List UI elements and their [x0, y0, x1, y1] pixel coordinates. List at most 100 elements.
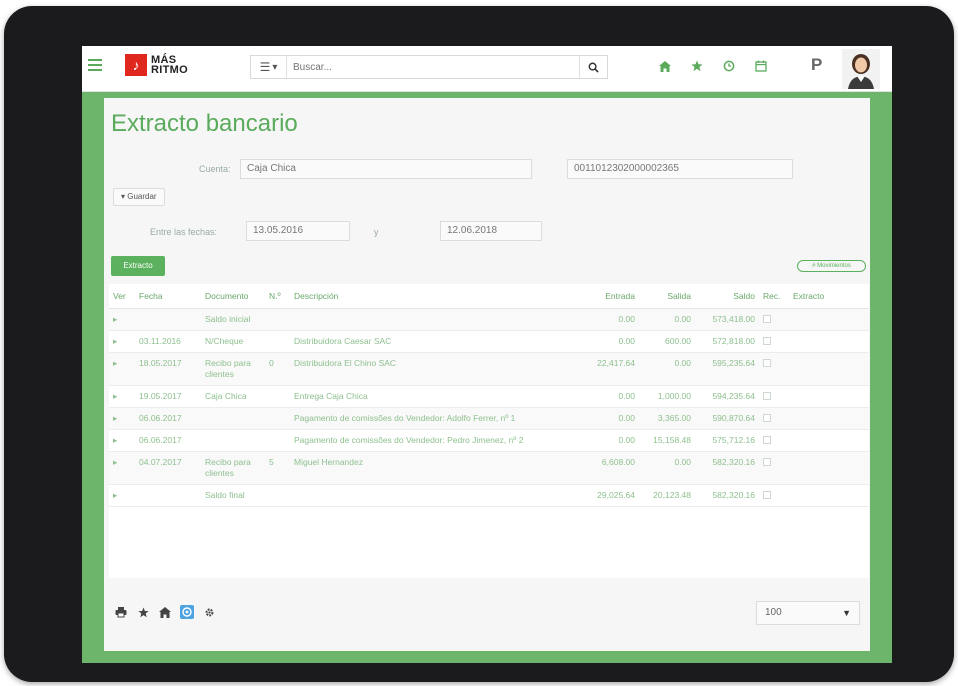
- table-row[interactable]: ▸ Saldo final 29,025.64 20,123.48 582,320.16: [109, 484, 869, 507]
- movimientos-toggle[interactable]: # Movimientos: [797, 260, 866, 272]
- page-size-select[interactable]: 100 ▼: [756, 601, 860, 625]
- app-screen: ♪ MÁS RITMO ☰ ▾ Buscar... P Extracto ban…: [82, 46, 892, 663]
- guardar-toggle-button[interactable]: ▾ Guardar: [113, 188, 165, 206]
- col-header-rec[interactable]: Rec.: [759, 284, 789, 309]
- table-row[interactable]: ▸ 06.06.2017 Pagamento de comissões do Ven…: [109, 407, 869, 430]
- cell-descripcion: Distribuidora El Chino SAC: [290, 352, 590, 386]
- settings-gear-icon[interactable]: [202, 605, 216, 619]
- reconciled-checkbox[interactable]: [763, 491, 771, 500]
- cell-saldo: 575,712.16: [695, 429, 759, 452]
- table-row[interactable]: ▸ 18.05.2017 Recibo para clientes 0 Distribu…: [109, 352, 869, 386]
- table-row[interactable]: ▸ 19.05.2017 Caja Chica Entrega Caja Chica 0…: [109, 385, 869, 408]
- favorite-star-icon[interactable]: [136, 605, 150, 619]
- reconciled-checkbox[interactable]: [763, 392, 771, 401]
- cell-ver[interactable]: ▸: [109, 407, 135, 430]
- cell-extracto: [789, 407, 869, 430]
- cell-ver[interactable]: ▸: [109, 352, 135, 386]
- table-row[interactable]: ▸ 04.07.2017 Recibo para clientes 5 Miguel H…: [109, 451, 869, 485]
- cell-saldo: 590,870.64: [695, 407, 759, 430]
- search-input[interactable]: [287, 56, 579, 78]
- cell-rec: [759, 352, 789, 386]
- cell-extracto: [789, 451, 869, 485]
- cuenta-field[interactable]: Caja Chica: [240, 159, 532, 179]
- info-icon[interactable]: [180, 605, 194, 619]
- cell-fecha: 06.06.2017: [135, 429, 201, 452]
- cell-ver[interactable]: ▸: [109, 385, 135, 408]
- app-logo[interactable]: ♪ MÁS RITMO: [125, 54, 188, 76]
- cell-extracto: [789, 429, 869, 452]
- logo-line-2: RITMO: [151, 64, 188, 76]
- fecha-desde-input[interactable]: 13.05.2016: [246, 221, 350, 241]
- cell-n: [265, 330, 290, 353]
- list-icon: ☰: [259, 60, 271, 74]
- cell-fecha: [135, 484, 201, 507]
- cell-salida: 0.00: [639, 352, 695, 386]
- cell-extracto: [789, 330, 869, 353]
- home-icon[interactable]: [657, 58, 673, 74]
- cell-ver[interactable]: ▸: [109, 308, 135, 331]
- col-header-entrada[interactable]: Entrada: [590, 284, 639, 309]
- col-header-n[interactable]: N.º: [265, 284, 290, 309]
- cell-descripcion: Miguel Hernandez: [290, 451, 590, 485]
- search-filter-dropdown[interactable]: ☰ ▾: [251, 56, 287, 78]
- caret-down-icon: ▼: [842, 608, 851, 618]
- cell-n: 0: [265, 352, 290, 386]
- cell-fecha: 04.07.2017: [135, 451, 201, 485]
- reconciled-checkbox[interactable]: [763, 359, 771, 368]
- col-header-ver[interactable]: Ver: [109, 284, 135, 309]
- cell-salida: 3,365.00: [639, 407, 695, 430]
- cell-extracto: [789, 352, 869, 386]
- col-header-documento[interactable]: Documento: [201, 284, 265, 309]
- table-row[interactable]: ▸ 06.06.2017 Pagamento de comissões do Ven…: [109, 429, 869, 452]
- cell-descripcion: [290, 484, 590, 507]
- home-shortcut-icon[interactable]: [158, 605, 172, 619]
- cell-entrada: 0.00: [590, 308, 639, 331]
- cell-saldo: 582,320.16: [695, 451, 759, 485]
- parking-icon[interactable]: P: [811, 55, 829, 75]
- cell-entrada: 22,417.64: [590, 352, 639, 386]
- cell-ver[interactable]: ▸: [109, 484, 135, 507]
- search-button[interactable]: [579, 56, 607, 78]
- print-icon[interactable]: [114, 605, 128, 619]
- cell-n: 5: [265, 451, 290, 485]
- cell-salida: 20,123.48: [639, 484, 695, 507]
- cell-entrada: 29,025.64: [590, 484, 639, 507]
- col-header-saldo[interactable]: Saldo: [695, 284, 759, 309]
- cell-entrada: 0.00: [590, 385, 639, 408]
- reconciled-checkbox[interactable]: [763, 458, 771, 467]
- clock-icon[interactable]: [721, 58, 737, 74]
- cell-ver[interactable]: ▸: [109, 330, 135, 353]
- table-row[interactable]: ▸ Saldo inicial 0.00 0.00 573,418.00: [109, 308, 869, 331]
- col-header-salida[interactable]: Salida: [639, 284, 695, 309]
- reconciled-checkbox[interactable]: [763, 414, 771, 423]
- calendar-icon[interactable]: [753, 58, 769, 74]
- cell-saldo: 595,235.64: [695, 352, 759, 386]
- reconciled-checkbox[interactable]: [763, 337, 771, 346]
- col-header-extracto[interactable]: Extracto: [789, 284, 869, 309]
- cell-entrada: 0.00: [590, 330, 639, 353]
- cell-documento: N/Cheque: [201, 330, 265, 353]
- star-icon[interactable]: [689, 58, 705, 74]
- cell-documento: Recibo para clientes: [201, 352, 265, 386]
- cell-rec: [759, 451, 789, 485]
- logo-text: MÁS RITMO: [151, 55, 188, 76]
- fechas-separator: y: [374, 227, 379, 237]
- reconciled-checkbox[interactable]: [763, 315, 771, 324]
- avatar[interactable]: [842, 49, 880, 89]
- col-header-fecha[interactable]: Fecha: [135, 284, 201, 309]
- cell-documento: Recibo para clientes: [201, 451, 265, 485]
- content-area: Extracto bancario Cuenta: Caja Chica 001…: [82, 92, 892, 663]
- account-number-field[interactable]: 0011012302000002365: [567, 159, 793, 179]
- extracto-button[interactable]: Extracto: [111, 256, 165, 276]
- cuenta-label: Cuenta:: [199, 164, 231, 174]
- fecha-hasta-input[interactable]: 12.06.2018: [440, 221, 542, 241]
- table-row[interactable]: ▸ 03.11.2016 N/Cheque Distribuidora Caesar …: [109, 330, 869, 353]
- top-icon-group: [657, 58, 769, 74]
- cell-ver[interactable]: ▸: [109, 429, 135, 452]
- search-bar: ☰ ▾: [250, 55, 608, 79]
- menu-icon[interactable]: [88, 59, 102, 71]
- reconciled-checkbox[interactable]: [763, 436, 771, 445]
- cell-ver[interactable]: ▸: [109, 451, 135, 485]
- col-header-descripcion[interactable]: Descripción: [290, 284, 590, 309]
- cell-saldo: 594,235.64: [695, 385, 759, 408]
